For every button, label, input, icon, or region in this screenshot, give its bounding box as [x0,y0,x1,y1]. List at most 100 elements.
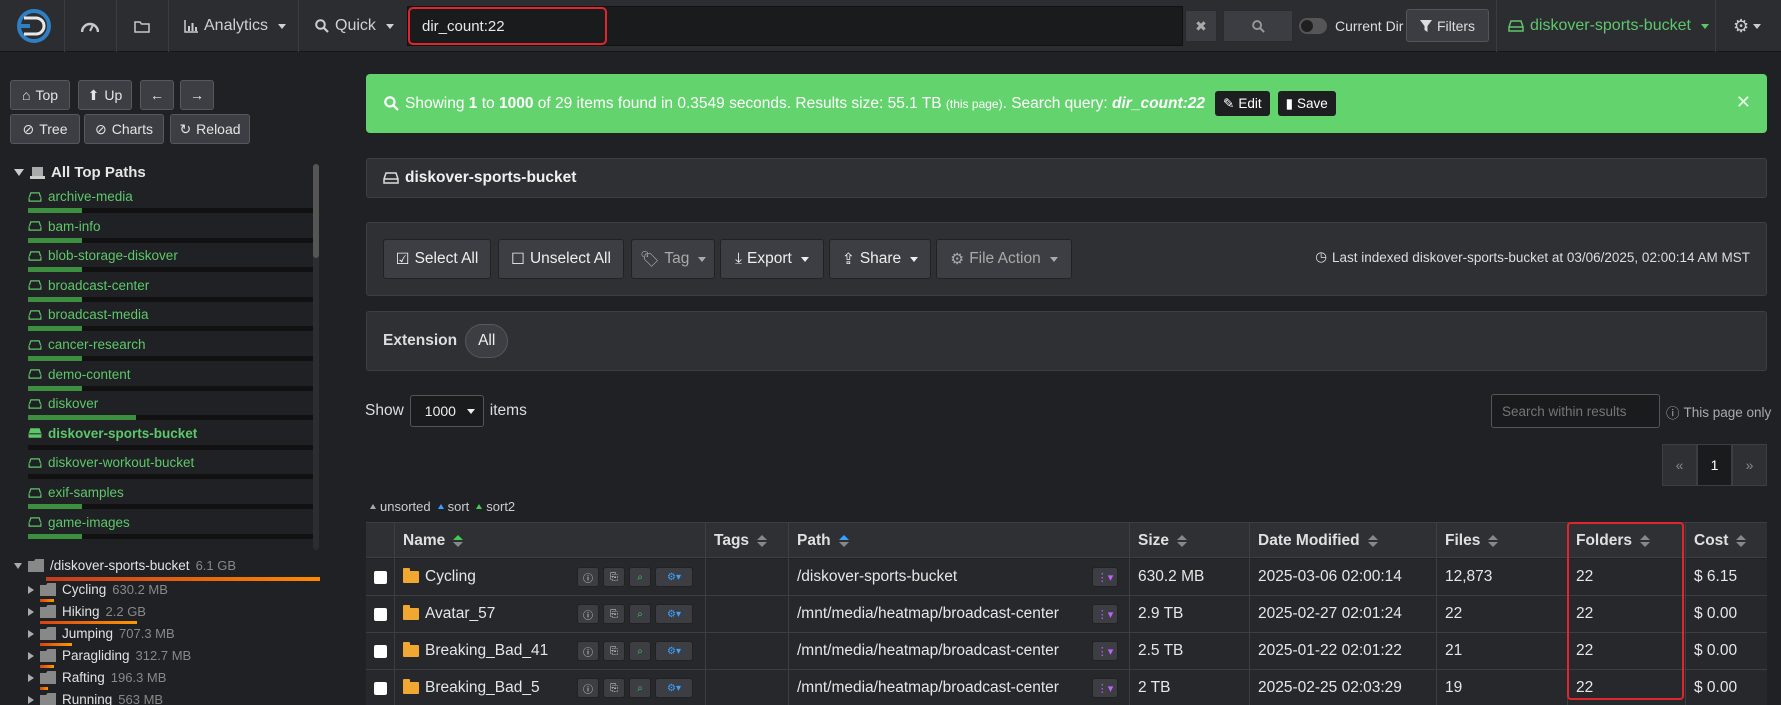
analytics-menu[interactable]: Analytics [184,0,287,52]
tree-toggle-button[interactable]: ⊘ Tree [10,114,80,144]
top-path-link[interactable]: demo-content [28,367,131,382]
folder-actions-dropdown[interactable]: ⚙▾ [655,641,693,661]
sub-folder-item[interactable]: Jumping 707.3 MB [28,626,175,641]
copy-path-button[interactable]: ⎘ [603,567,625,587]
settings-menu[interactable]: ⚙ [1733,0,1762,52]
top-path-link[interactable]: archive-media [28,189,133,204]
row-checkbox[interactable] [374,607,387,621]
top-path-item[interactable]: archive-media [28,189,313,219]
top-path-link[interactable]: diskover [28,396,98,411]
top-path-link[interactable]: exif-samples [28,485,124,500]
path-menu-button[interactable]: ⋮▾ [1092,678,1118,698]
info-button[interactable]: ⓘ [577,678,599,698]
top-path-item[interactable]: bam-info [28,219,313,249]
dashboard-icon[interactable] [66,0,114,52]
forward-button[interactable]: → [180,80,214,110]
sub-folder-item[interactable]: Paragliding 312.7 MB [28,648,191,663]
top-path-item[interactable]: demo-content [28,367,313,397]
charts-toggle-button[interactable]: ⊘ Charts [84,114,164,144]
top-path-item[interactable]: exif-samples [28,485,313,515]
back-button[interactable]: ← [140,80,174,110]
search-folder-button[interactable]: ⌕ [629,604,651,624]
toggle-switch[interactable] [1299,18,1327,34]
path-menu-button[interactable]: ⋮▾ [1092,641,1118,661]
copy-path-button[interactable]: ⎘ [603,604,625,624]
extension-all-pill[interactable]: All [465,324,509,358]
top-path-link[interactable]: diskover-workout-bucket [28,455,194,470]
row-checkbox[interactable] [374,570,387,584]
header-tags[interactable]: Tags [705,523,788,559]
row-checkbox[interactable] [374,681,387,695]
info-button[interactable]: ⓘ [577,567,599,587]
tag-dropdown-button[interactable]: 🏷 Tag [631,239,715,279]
scrollbar-thumb[interactable] [313,164,319,258]
select-all-button[interactable]: ☑ Select All [383,239,491,279]
header-files[interactable]: Files [1436,523,1567,559]
header-path[interactable]: Path [788,523,1129,559]
path-link[interactable]: /mnt/media/heatmap/broadcast-center [797,642,1059,660]
table-row[interactable]: Breaking_Bad_41 ⓘ ⎘ ⌕ ⚙▾ /mnt/media/heatmap/b… [366,633,1767,670]
copy-path-button[interactable]: ⎘ [603,678,625,698]
up-button[interactable]: ⬆ Up [78,80,132,110]
row-checkbox[interactable] [374,644,387,658]
path-link[interactable]: /mnt/media/heatmap/broadcast-center [797,679,1059,697]
folder-browse-icon[interactable] [118,0,166,52]
quick-search-menu[interactable]: Quick [315,0,394,52]
path-menu-button[interactable]: ⋮▾ [1092,567,1118,587]
top-path-item[interactable]: blob-storage-diskover [28,248,313,278]
top-path-link[interactable]: broadcast-media [28,307,149,322]
top-path-item[interactable]: broadcast-center [28,278,313,308]
close-icon[interactable]: ✕ [1736,92,1751,113]
edit-query-button[interactable]: ✎ Edit [1215,91,1270,116]
top-path-link[interactable]: diskover-sports-bucket [28,426,197,441]
path-link[interactable]: /diskover-sports-bucket [797,568,957,586]
header-cost[interactable]: Cost [1685,523,1767,559]
path-menu-button[interactable]: ⋮▾ [1092,604,1118,624]
search-submit-button[interactable] [1223,10,1293,42]
folder-name-link[interactable]: Avatar_57 [425,605,495,623]
header-size[interactable]: Size [1129,523,1249,559]
folder-actions-dropdown[interactable]: ⚙▾ [655,678,693,698]
header-name[interactable]: Name [394,523,705,559]
reload-button[interactable]: ↻ Reload [170,114,250,144]
top-path-item[interactable]: diskover [28,396,313,426]
info-button[interactable]: ⓘ [577,604,599,624]
page-1-button[interactable]: 1 [1697,444,1732,486]
search-folder-button[interactable]: ⌕ [629,678,651,698]
file-action-dropdown-button[interactable]: ⚙ File Action [936,239,1072,279]
folder-name-link[interactable]: Breaking_Bad_5 [425,679,540,697]
copy-path-button[interactable]: ⎘ [603,641,625,661]
top-path-item[interactable]: broadcast-media [28,307,313,337]
current-dir-toggle[interactable]: Current Dir [1299,10,1403,42]
table-row[interactable]: Avatar_57 ⓘ ⎘ ⌕ ⚙▾ /mnt/media/heatmap/broadca… [366,596,1767,633]
folder-name-link[interactable]: Cycling [425,568,476,586]
search-within-results-input[interactable] [1491,394,1660,428]
table-row[interactable]: Cycling ⓘ ⎘ ⌕ ⚙▾ /diskover-sports-bucket ⋮▾ 630… [366,559,1767,596]
sub-folder-item[interactable]: Rafting 196.3 MB [28,670,166,685]
top-button[interactable]: ⌂ Top [10,80,70,110]
top-path-item[interactable]: diskover-sports-bucket [28,426,313,456]
top-path-item[interactable]: cancer-research [28,337,313,367]
top-path-item[interactable]: diskover-workout-bucket [28,455,313,485]
folder-actions-dropdown[interactable]: ⚙▾ [655,567,693,587]
share-dropdown-button[interactable]: ⇪ Share [829,239,931,279]
top-path-link[interactable]: game-images [28,515,130,530]
folder-actions-dropdown[interactable]: ⚙▾ [655,604,693,624]
save-query-button[interactable]: ▮ Save [1277,91,1336,116]
top-path-link[interactable]: cancer-research [28,337,146,352]
sub-folder-item[interactable]: Cycling 630.2 MB [28,582,168,597]
next-page-button[interactable]: » [1732,444,1767,486]
table-row[interactable]: Breaking_Bad_5 ⓘ ⎘ ⌕ ⚙▾ /mnt/media/heatmap/br… [366,670,1767,705]
top-path-item[interactable]: game-images [28,515,313,545]
top-path-link[interactable]: blob-storage-diskover [28,248,178,263]
prev-page-button[interactable]: « [1662,444,1697,486]
clear-search-button[interactable]: ✖ [1185,10,1217,42]
diskover-logo-icon[interactable] [10,8,58,44]
sidebar-scrollbar[interactable] [313,164,319,550]
search-input[interactable] [408,7,607,45]
folder-name-link[interactable]: Breaking_Bad_41 [425,642,548,660]
path-link[interactable]: /mnt/media/heatmap/broadcast-center [797,605,1059,623]
header-date-modified[interactable]: Date Modified [1249,523,1436,559]
header-folders[interactable]: Folders [1567,523,1685,559]
sub-folder-item[interactable]: Running 563 MB [28,692,163,705]
